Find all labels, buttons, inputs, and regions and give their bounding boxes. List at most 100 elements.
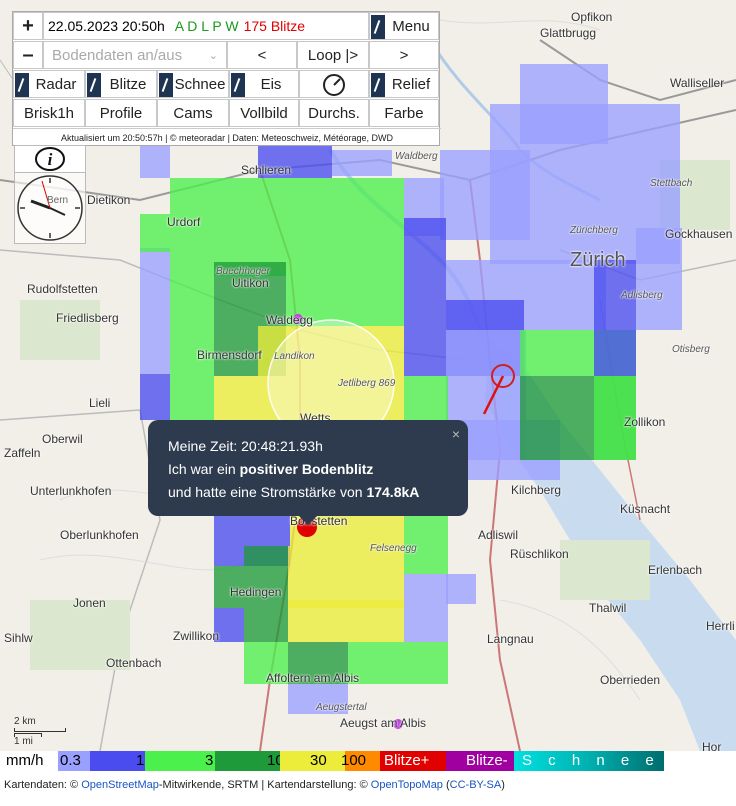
data-modes-text[interactable]: A D L P W <box>175 18 239 34</box>
layer-radar-toggle[interactable]: Radar <box>13 70 85 98</box>
checkbox-checked-icon <box>15 73 29 97</box>
place-label: Unterlunkhofen <box>30 484 112 498</box>
osm-link[interactable]: OpenStreetMap <box>81 779 159 791</box>
prev-button[interactable]: < <box>227 41 297 69</box>
legend-10: 10 <box>215 751 284 771</box>
popup-current-line: und hatte eine Stromstärke von 174.8kA <box>168 481 448 504</box>
ground-data-select[interactable]: Bodendaten an/aus ⌄ <box>43 41 227 69</box>
popup-text: und hatte eine Stromstärke von <box>168 484 367 500</box>
place-label: Felsenegg <box>370 543 417 554</box>
legend-blitze-minus: Blitze- <box>446 751 514 771</box>
place-label: Glattbrugg <box>540 26 597 40</box>
layer-blitze-toggle[interactable]: Blitze <box>85 70 157 98</box>
radar-cell <box>446 574 476 604</box>
popup-current-value: 174.8kA <box>366 484 420 500</box>
otm-link[interactable]: OpenTopoMap <box>371 779 443 791</box>
place-label: Opfikon <box>571 10 613 24</box>
strike-count-text: 175 Blitze <box>243 18 306 34</box>
radar-cell <box>288 546 404 608</box>
place-label: Küsnacht <box>620 502 671 516</box>
place-label: Schlieren <box>241 163 292 177</box>
place-label: Urdorf <box>167 215 201 229</box>
vollbild-button[interactable]: Vollbild <box>229 99 299 127</box>
checkbox-checked-icon <box>231 73 245 97</box>
checkbox-checked-icon <box>159 73 173 97</box>
radar-cell <box>140 214 170 252</box>
place-label: Hedingen <box>230 585 282 599</box>
menu-button[interactable]: Menu <box>369 12 439 40</box>
cams-button[interactable]: Cams <box>157 99 229 127</box>
license-link[interactable]: CC-BY-SA <box>450 779 502 791</box>
speed-gauge-button[interactable] <box>299 70 369 98</box>
radar-cell <box>636 228 682 330</box>
clock-label: Bern <box>47 195 69 206</box>
info-button[interactable]: i <box>14 145 86 173</box>
clock-widget[interactable]: Bern <box>14 172 86 244</box>
place-label: Zürichberg <box>570 225 618 236</box>
radar-cell <box>170 376 214 420</box>
legend-unit: mm/h <box>0 751 58 771</box>
profile-button[interactable]: Profile <box>85 99 157 127</box>
header-status: 22.05.2023 20:50h A D L P W 175 Blitze <box>43 12 369 40</box>
place-label: Birmensdorf <box>197 348 262 362</box>
place-label: Ottenbach <box>106 656 162 670</box>
place-label: Landikon <box>274 351 315 362</box>
legend-1: 1 <box>90 751 145 771</box>
popup-strike-type: positiver Bodenblitz <box>239 461 374 477</box>
next-button[interactable]: > <box>369 41 439 69</box>
farbe-button[interactable]: Farbe <box>369 99 439 127</box>
popup-time: Meine Zeit: 20:48:21.93h <box>168 438 323 454</box>
place-label: Adliswil <box>478 528 519 542</box>
radar-cell <box>404 218 446 300</box>
scale-bar: 2 km 1 mi <box>14 714 74 748</box>
zoom-in-button[interactable]: + <box>13 12 43 40</box>
precip-legend: mm/h 0.3 1 3 10 30 100 Blitze+ Blitze- S… <box>0 751 736 771</box>
legend-blitze-plus: Blitze+ <box>380 751 446 771</box>
place-label: Erlenbach <box>648 563 703 577</box>
place-label: Langnau <box>487 632 534 646</box>
legend-100: 100 <box>341 751 380 771</box>
place-label: Thalwil <box>589 601 627 615</box>
loop-button[interactable]: Loop |> <box>297 41 369 69</box>
layer-label: Relief <box>391 75 431 93</box>
place-label: Oberwil <box>42 432 83 446</box>
place-label: Rüschlikon <box>510 547 569 561</box>
legend-end <box>664 751 686 771</box>
place-label: Waldberg <box>395 151 438 162</box>
place-label: Rudolfstetten <box>27 282 98 296</box>
layer-label: Eis <box>260 75 282 93</box>
radar-cell <box>140 144 170 178</box>
map-attribution: Kartendaten: © OpenStreetMap-Mitwirkende… <box>4 779 505 791</box>
zoom-out-button[interactable]: – <box>13 41 43 69</box>
scale-mi: 1 mi <box>14 736 33 747</box>
legend-30: 30 <box>280 751 345 771</box>
chevron-down-icon: ⌄ <box>208 49 218 62</box>
place-label: Kilchberg <box>511 483 562 497</box>
layer-relief-toggle[interactable]: Relief <box>369 70 439 98</box>
layer-eis-toggle[interactable]: Eis <box>229 70 299 98</box>
legend-schnee: S c h n e e <box>514 751 664 771</box>
place-label: Zaffeln <box>4 446 41 460</box>
layer-schnee-toggle[interactable]: Schnee <box>157 70 229 98</box>
close-icon[interactable]: × <box>452 423 460 446</box>
place-label: Adlisberg <box>621 290 663 301</box>
checkbox-checked-icon <box>371 73 385 97</box>
layer-label: Schnee <box>174 75 226 93</box>
place-label: Aeugst am Albis <box>340 716 427 730</box>
gauge-icon <box>323 74 345 96</box>
strike-info-popup: × Meine Zeit: 20:48:21.93h Ich war ein p… <box>148 420 468 516</box>
ground-data-label: Bodendaten an/aus <box>52 46 183 64</box>
place-label: Walliseller <box>670 76 725 90</box>
update-status-text: Aktualisiert um 20:50:57h | © meteoradar… <box>13 128 441 146</box>
layer-label: Blitze <box>109 75 147 93</box>
clock-icon <box>17 175 83 241</box>
place-label: Stettbach <box>650 178 693 189</box>
layer-label: Radar <box>35 75 77 93</box>
radar-cell <box>348 642 448 684</box>
svg-text:i: i <box>48 150 53 169</box>
durchs-button[interactable]: Durchs. <box>299 99 369 127</box>
place-label: Affoltern am Albis <box>266 671 360 685</box>
place-label: Jonen <box>73 596 106 610</box>
brisk-button[interactable]: Brisk1h <box>13 99 85 127</box>
radar-cell <box>140 374 170 420</box>
